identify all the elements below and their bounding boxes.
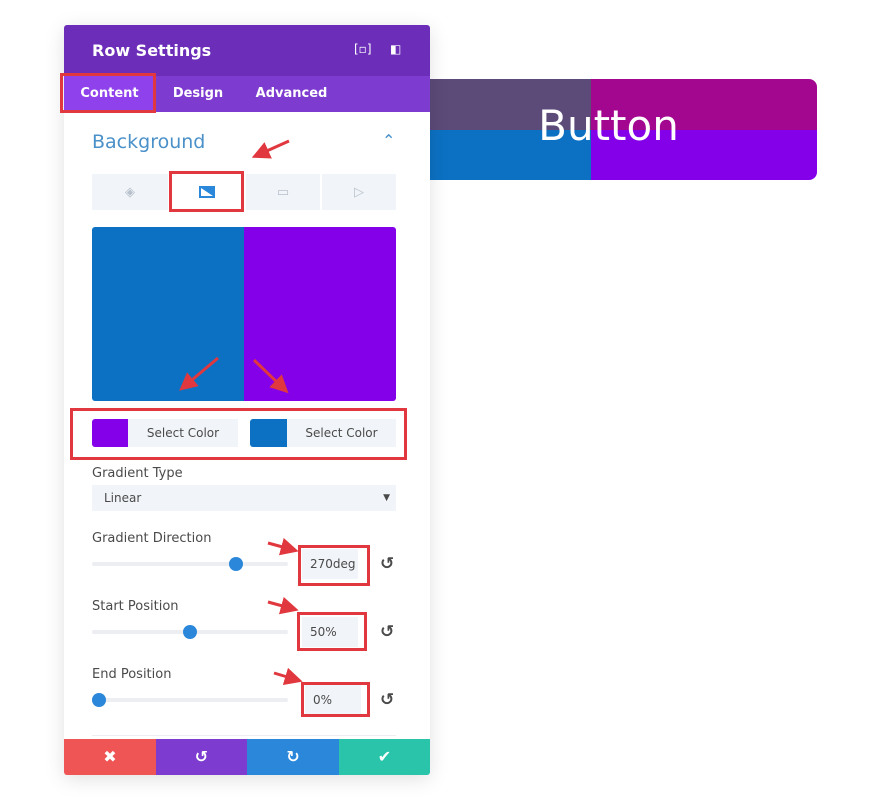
start-position-slider[interactable] xyxy=(92,625,288,639)
undo-button[interactable]: ↺ xyxy=(156,739,247,775)
divider xyxy=(92,735,396,736)
image-icon: ▭ xyxy=(276,184,290,200)
cancel-button[interactable]: ✖ xyxy=(64,739,156,775)
gradient-type-label: Gradient Type xyxy=(92,466,183,481)
tab-content[interactable]: Content xyxy=(64,76,155,112)
color-swatch-2[interactable] xyxy=(250,419,287,447)
bg-tab-gradient[interactable] xyxy=(170,174,244,210)
gradient-type-select[interactable]: Linear ▼ xyxy=(92,485,396,511)
bg-tab-color[interactable]: ◈ xyxy=(92,174,168,210)
button-label: Button xyxy=(538,101,679,150)
panel-title: Row Settings xyxy=(92,41,212,60)
section-title[interactable]: Background xyxy=(92,131,205,153)
paint-bucket-icon: ◈ xyxy=(125,184,135,200)
save-button[interactable]: ✔ xyxy=(339,739,430,775)
tab-bar: Content Design Advanced xyxy=(64,76,430,112)
end-position-label: End Position xyxy=(92,667,172,682)
select-color-button-1[interactable]: Select Color xyxy=(128,419,238,447)
split-view-icon[interactable]: ◧ xyxy=(390,42,401,56)
gradient-preview xyxy=(92,227,396,401)
bg-tab-video[interactable]: ▷ xyxy=(322,174,396,210)
tab-design[interactable]: Design xyxy=(164,76,232,112)
gradient-direction-input[interactable]: 270deg xyxy=(302,549,358,579)
end-position-input[interactable]: 0% xyxy=(305,685,361,715)
select-color-button-2[interactable]: Select Color xyxy=(287,419,396,447)
button-preview[interactable]: Button xyxy=(430,79,817,180)
slider-handle[interactable] xyxy=(92,693,106,707)
gradient-icon xyxy=(199,186,215,198)
reset-icon[interactable]: ↺ xyxy=(380,690,394,710)
panel-header: Row Settings [▫] ◧ xyxy=(64,25,430,76)
redo-button[interactable]: ↻ xyxy=(247,739,339,775)
fullscreen-icon[interactable]: [▫] xyxy=(354,42,372,56)
chevron-up-icon[interactable]: ⌃ xyxy=(382,131,395,150)
video-icon: ▷ xyxy=(354,184,364,200)
color-swatch-1[interactable] xyxy=(92,419,128,447)
gradient-direction-slider[interactable] xyxy=(92,557,288,571)
end-position-slider[interactable] xyxy=(92,693,288,707)
slider-handle[interactable] xyxy=(183,625,197,639)
tab-advanced[interactable]: Advanced xyxy=(249,76,334,112)
row-settings-panel: Row Settings [▫] ◧ Content Design Advanc… xyxy=(64,25,430,775)
dropdown-arrow-icon: ▼ xyxy=(383,493,390,503)
start-position-label: Start Position xyxy=(92,599,179,614)
gradient-type-value: Linear xyxy=(104,491,142,505)
reset-icon[interactable]: ↺ xyxy=(380,554,394,574)
gradient-direction-label: Gradient Direction xyxy=(92,531,212,546)
bg-tab-image[interactable]: ▭ xyxy=(246,174,320,210)
reset-icon[interactable]: ↺ xyxy=(380,622,394,642)
slider-handle[interactable] xyxy=(229,557,243,571)
start-position-input[interactable]: 50% xyxy=(302,617,358,647)
